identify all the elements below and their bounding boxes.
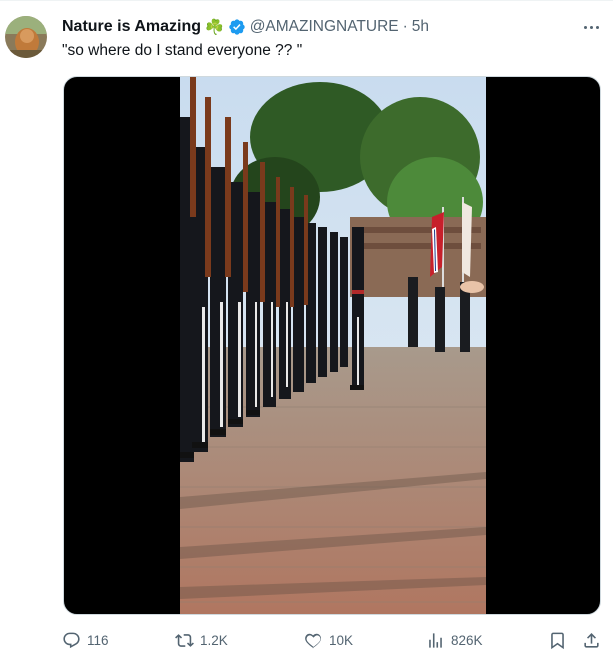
views-button[interactable]: 826K: [426, 629, 483, 651]
clover-emoji: ☘️: [205, 19, 224, 36]
bookmark-icon: [551, 632, 564, 649]
tweet-text: "so where do I stand everyone ?? ": [62, 42, 303, 59]
tweet-timestamp[interactable]: 5h: [412, 18, 429, 36]
tweet-actions: 116 1.2K 10K 826K: [62, 629, 602, 651]
like-icon: [305, 633, 321, 648]
repost-button[interactable]: 1.2K: [175, 629, 228, 651]
more-icon[interactable]: [580, 17, 602, 37]
video-frame-image: [180, 77, 486, 614]
verified-badge-icon: [229, 19, 245, 35]
bookmark-button[interactable]: [548, 629, 573, 651]
views-count: 826K: [451, 632, 483, 648]
like-count: 10K: [329, 632, 354, 648]
tweet-card[interactable]: Nature is Amazing ☘️ @AMAZINGNATURE · 5h…: [0, 0, 613, 654]
tweet-header: Nature is Amazing ☘️ @AMAZINGNATURE · 5h: [62, 16, 429, 38]
repost-count: 1.2K: [200, 632, 228, 648]
reply-count: 116: [87, 632, 109, 648]
share-button[interactable]: [582, 629, 607, 651]
author-display-name[interactable]: Nature is Amazing: [62, 18, 201, 36]
tweet-video[interactable]: [63, 76, 601, 615]
repost-icon: [175, 633, 194, 647]
avatar[interactable]: [5, 16, 47, 58]
author-handle[interactable]: @AMAZINGNATURE: [250, 18, 399, 36]
separator-dot: ·: [402, 18, 408, 35]
reply-button[interactable]: 116: [62, 629, 109, 651]
views-icon: [429, 632, 442, 648]
like-button[interactable]: 10K: [304, 629, 353, 651]
reply-icon: [63, 632, 80, 648]
share-icon: [584, 632, 599, 648]
